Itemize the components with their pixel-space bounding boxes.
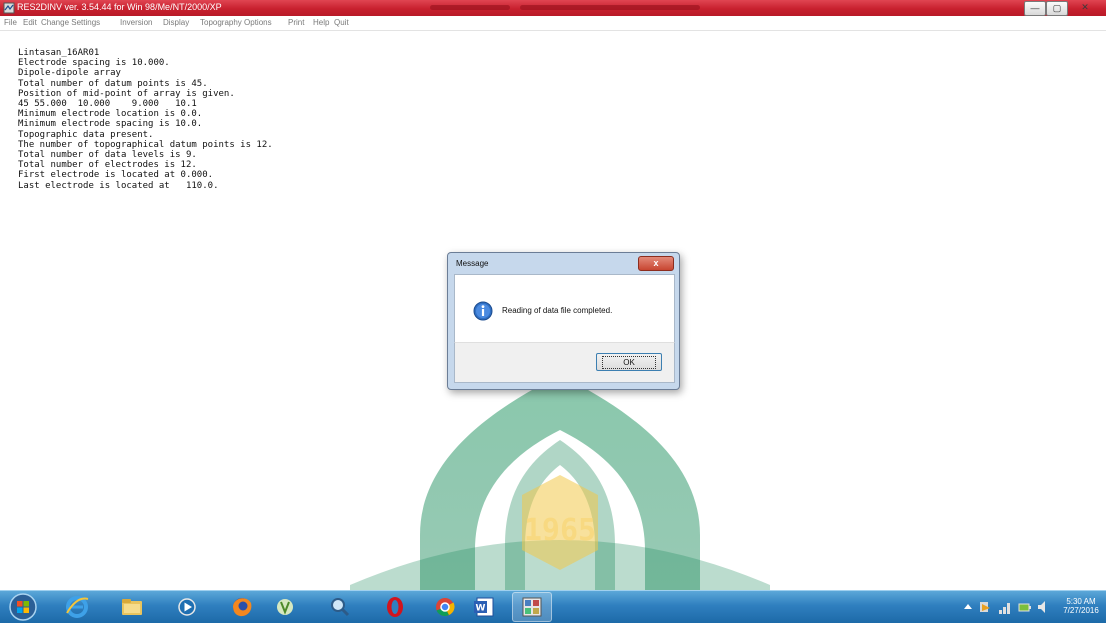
- output-line: Minimum electrode spacing is 10.0.: [18, 119, 203, 130]
- firefox-icon[interactable]: [227, 592, 257, 622]
- menu-quit[interactable]: Quit: [334, 18, 349, 27]
- ok-button[interactable]: OK: [596, 353, 662, 371]
- output-line: Topographic data present.: [18, 129, 154, 140]
- taskbar: W: [0, 590, 1106, 623]
- app-icon[interactable]: [270, 592, 300, 622]
- minimize-button[interactable]: —: [1024, 1, 1046, 16]
- dialog-title: Message: [456, 259, 489, 268]
- res2dinv-taskbar-button[interactable]: [512, 592, 552, 622]
- menu-print[interactable]: Print: [288, 18, 304, 27]
- title-bar-blur: [430, 5, 510, 10]
- media-player-icon[interactable]: [172, 592, 202, 622]
- word-icon[interactable]: W: [470, 592, 500, 622]
- menu-change-settings[interactable]: Change Settings: [41, 18, 100, 27]
- title-bar: RES2DINV ver. 3.54.44 for Win 98/Me/NT/2…: [0, 0, 1106, 16]
- output-line: Minimum electrode location is 0.0.: [18, 109, 203, 120]
- output-line: Total number of electrodes is 12.: [18, 160, 197, 171]
- dialog-close-button[interactable]: x: [638, 256, 674, 271]
- dialog-message: Reading of data file completed.: [502, 306, 613, 315]
- start-orb[interactable]: [8, 592, 38, 622]
- title-bar-blur: [520, 5, 700, 10]
- output-text: Lintasan_16AR01 Electrode spacing is 10.…: [18, 48, 273, 191]
- opera-icon[interactable]: [380, 592, 410, 622]
- output-line: Electrode spacing is 10.000.: [18, 58, 170, 69]
- watermark-year: 1965: [524, 513, 596, 548]
- watermark-logo: 1965: [350, 375, 770, 610]
- output-line: Position of mid-point of array is given.: [18, 88, 235, 99]
- close-button[interactable]: ✕: [1068, 1, 1102, 14]
- maximize-button[interactable]: ▢: [1046, 1, 1068, 16]
- clock-date: 7/27/2016: [1063, 606, 1099, 615]
- menu-help[interactable]: Help: [313, 18, 329, 27]
- menu-display[interactable]: Display: [163, 18, 189, 27]
- window-title: RES2DINV ver. 3.54.44 for Win 98/Me/NT/2…: [17, 2, 222, 12]
- output-line: Lintasan_16AR01: [18, 48, 100, 58]
- output-line: Total number of datum points is 45.: [18, 78, 208, 89]
- res2dinv-icon: [522, 597, 542, 617]
- output-line: Dipole-dipole array: [18, 68, 121, 79]
- menu-edit[interactable]: Edit: [23, 18, 37, 27]
- clock-time: 5:30 AM: [1066, 597, 1096, 606]
- app-icon: [3, 2, 15, 14]
- svg-text:W: W: [476, 604, 486, 614]
- network-icon[interactable]: [998, 592, 1012, 622]
- menu-inversion[interactable]: Inversion: [120, 18, 152, 27]
- menu-file[interactable]: File: [4, 18, 17, 27]
- taskbar-clock[interactable]: 5:30 AM 7/27/2016: [1058, 597, 1104, 615]
- file-explorer-icon[interactable]: [117, 592, 147, 622]
- output-line: 45 55.000 10.000 9.000 10.1: [18, 99, 197, 110]
- action-center-icon[interactable]: [978, 592, 992, 622]
- show-hidden-icons-icon[interactable]: [962, 592, 974, 622]
- menu-topography-options[interactable]: Topography Options: [200, 18, 272, 27]
- internet-explorer-icon[interactable]: [62, 592, 92, 622]
- output-line: Total number of data levels is 9.: [18, 150, 197, 161]
- ok-button-label: OK: [602, 356, 656, 369]
- chrome-icon[interactable]: [430, 592, 460, 622]
- output-line: First electrode is located at 0.000.: [18, 170, 214, 181]
- info-icon: [473, 301, 493, 321]
- magnifier-icon[interactable]: [325, 592, 355, 622]
- output-line: The number of topographical datum points…: [18, 139, 273, 150]
- output-line: Last electrode is located at 110.0.: [18, 180, 219, 191]
- battery-icon[interactable]: [1018, 592, 1032, 622]
- volume-icon[interactable]: [1036, 592, 1050, 622]
- menu-bar: File Edit Change Settings Inversion Disp…: [0, 17, 1106, 31]
- message-dialog: Message x Reading of data file completed…: [447, 252, 680, 390]
